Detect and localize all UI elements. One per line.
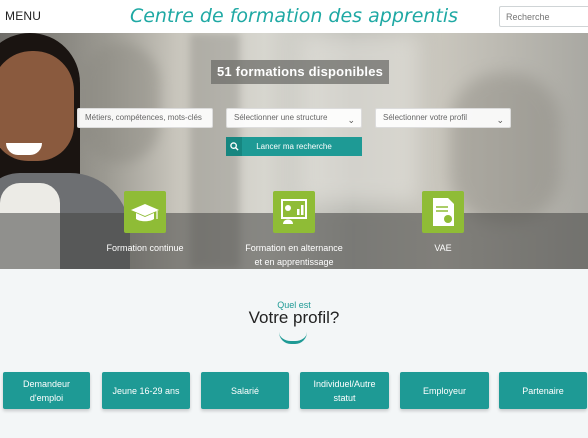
category-label-formation-continue[interactable]: Formation continue xyxy=(65,241,225,255)
keywords-placeholder: Métiers, compétences, mots-clés xyxy=(85,113,202,122)
category-label-alternance-line2: et en apprentissage xyxy=(254,257,334,267)
background-blur xyxy=(450,73,560,223)
header-search-input[interactable] xyxy=(499,6,588,27)
graduation-cap-icon[interactable] xyxy=(124,191,166,233)
profile-button-jeune[interactable]: Jeune 16-29 ans xyxy=(102,372,190,409)
launch-search-button[interactable]: Lancer ma recherche xyxy=(226,137,362,156)
profile-button-salarie[interactable]: Salarié xyxy=(201,372,289,409)
hero-banner: 51 formations disponibles Métiers, compé… xyxy=(0,33,588,269)
profile-button-employeur[interactable]: Employeur xyxy=(400,372,489,409)
profile-title: Votre profil? xyxy=(248,308,340,327)
category-label-alternance-line1: Formation en alternance xyxy=(245,243,343,253)
profile-button-individuel[interactable]: Individuel/Autre statut xyxy=(300,372,389,409)
presentation-board-icon[interactable] xyxy=(273,191,315,233)
search-icon xyxy=(226,137,242,156)
profile-select[interactable]: Sélectionner votre profil ⌄ xyxy=(375,108,511,128)
chevron-down-icon: ⌄ xyxy=(347,115,355,125)
structure-placeholder: Sélectionner une structure xyxy=(234,113,328,122)
chevron-down-icon: ⌄ xyxy=(496,115,504,125)
category-label-alternance[interactable]: Formation en alternance et en apprentiss… xyxy=(214,241,374,269)
profile-button-demandeur-emploi[interactable]: Demandeur d'emploi xyxy=(3,372,90,409)
profile-button-partenaire[interactable]: Partenaire xyxy=(499,372,587,409)
keywords-input[interactable]: Métiers, compétences, mots-clés xyxy=(77,108,213,128)
category-label-vae[interactable]: VAE xyxy=(363,241,523,255)
top-header: MENU Centre de formation des apprentis xyxy=(0,0,588,33)
profile-placeholder: Sélectionner votre profil xyxy=(383,113,468,122)
formations-count: 51 formations disponibles xyxy=(211,60,390,84)
structure-select[interactable]: Sélectionner une structure ⌄ xyxy=(226,108,362,128)
decorative-arc xyxy=(279,332,307,344)
certificate-document-icon[interactable] xyxy=(422,191,464,233)
launch-search-label: Lancer ma recherche xyxy=(256,142,332,151)
